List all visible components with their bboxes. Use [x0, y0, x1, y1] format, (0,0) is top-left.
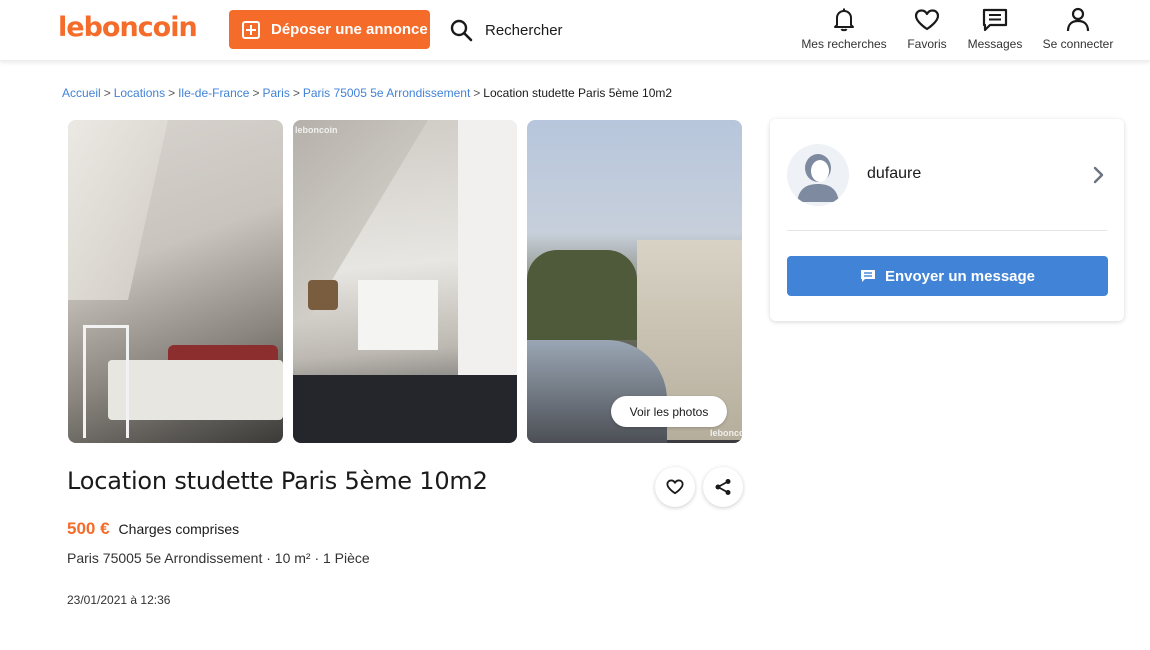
listing-photo-2[interactable]: leboncoin [293, 120, 517, 443]
bell-icon [834, 8, 854, 32]
nav-favorites[interactable]: Favoris [904, 6, 950, 51]
see-photos-button[interactable]: Voir les photos [611, 396, 727, 427]
breadcrumb-link[interactable]: Ile-de-France [178, 86, 249, 100]
favorite-button[interactable] [655, 467, 695, 507]
post-ad-button[interactable]: Déposer une annonce [229, 10, 430, 49]
nav-login[interactable]: Se connecter [1040, 6, 1116, 51]
nav-messages-label: Messages [967, 37, 1023, 51]
seller-card: dufaure Envoyer un message [770, 119, 1124, 321]
ad-location: Paris 75005 5e Arrondissement · 10 m² · … [67, 550, 370, 566]
breadcrumb-link[interactable]: Paris [262, 86, 289, 100]
search-button[interactable]: Rechercher [449, 17, 563, 43]
post-ad-label: Déposer une annonce [271, 21, 428, 38]
listing-photo-3[interactable]: leboncoin [527, 120, 742, 443]
heart-icon [914, 9, 940, 31]
plus-square-icon [242, 20, 260, 39]
send-message-button[interactable]: Envoyer un message [787, 256, 1108, 296]
charges-label: Charges comprises [118, 521, 240, 537]
ad-title: Location studette Paris 5ème 10m2 [67, 467, 488, 495]
nav-messages[interactable]: Messages [965, 6, 1025, 51]
watermark: leboncoin [710, 428, 742, 438]
leboncoin-logo[interactable]: leboncoin [58, 12, 198, 43]
heart-icon [666, 479, 684, 495]
seller-name[interactable]: dufaure [867, 165, 921, 183]
header: leboncoin Déposer une annonce Rechercher… [0, 0, 1150, 61]
breadcrumb-link[interactable]: Paris 75005 5e Arrondissement [303, 86, 470, 100]
message-icon [860, 269, 875, 282]
price-row: 500 € Charges comprises [67, 519, 239, 539]
ad-date: 23/01/2021 à 12:36 [67, 593, 171, 607]
user-icon [1066, 7, 1090, 32]
breadcrumb-link[interactable]: Locations [114, 86, 165, 100]
avatar-placeholder-icon [787, 144, 849, 206]
breadcrumb-current: Location studette Paris 5ème 10m2 [483, 86, 673, 100]
breadcrumb: Accueil > Locations > Ile-de-France > Paris > Pa… [62, 86, 673, 100]
nav-my-searches-label: Mes recherches [801, 37, 887, 51]
share-button[interactable] [703, 467, 743, 507]
search-icon [450, 19, 473, 42]
listing-photo-1[interactable] [68, 120, 283, 443]
watermark: leboncoin [295, 125, 338, 135]
send-message-label: Envoyer un message [884, 267, 1036, 285]
nav-my-searches[interactable]: Mes recherches [800, 6, 888, 51]
divider [787, 230, 1107, 231]
breadcrumb-link[interactable]: Accueil [62, 86, 101, 100]
nav-favorites-label: Favoris [907, 37, 947, 51]
message-icon [982, 8, 1008, 32]
search-label: Rechercher [485, 21, 563, 39]
nav-login-label: Se connecter [1042, 37, 1114, 51]
chevron-right-icon[interactable] [1092, 166, 1104, 184]
avatar[interactable] [787, 144, 849, 206]
share-icon [715, 479, 731, 495]
price: 500 € [67, 519, 110, 538]
